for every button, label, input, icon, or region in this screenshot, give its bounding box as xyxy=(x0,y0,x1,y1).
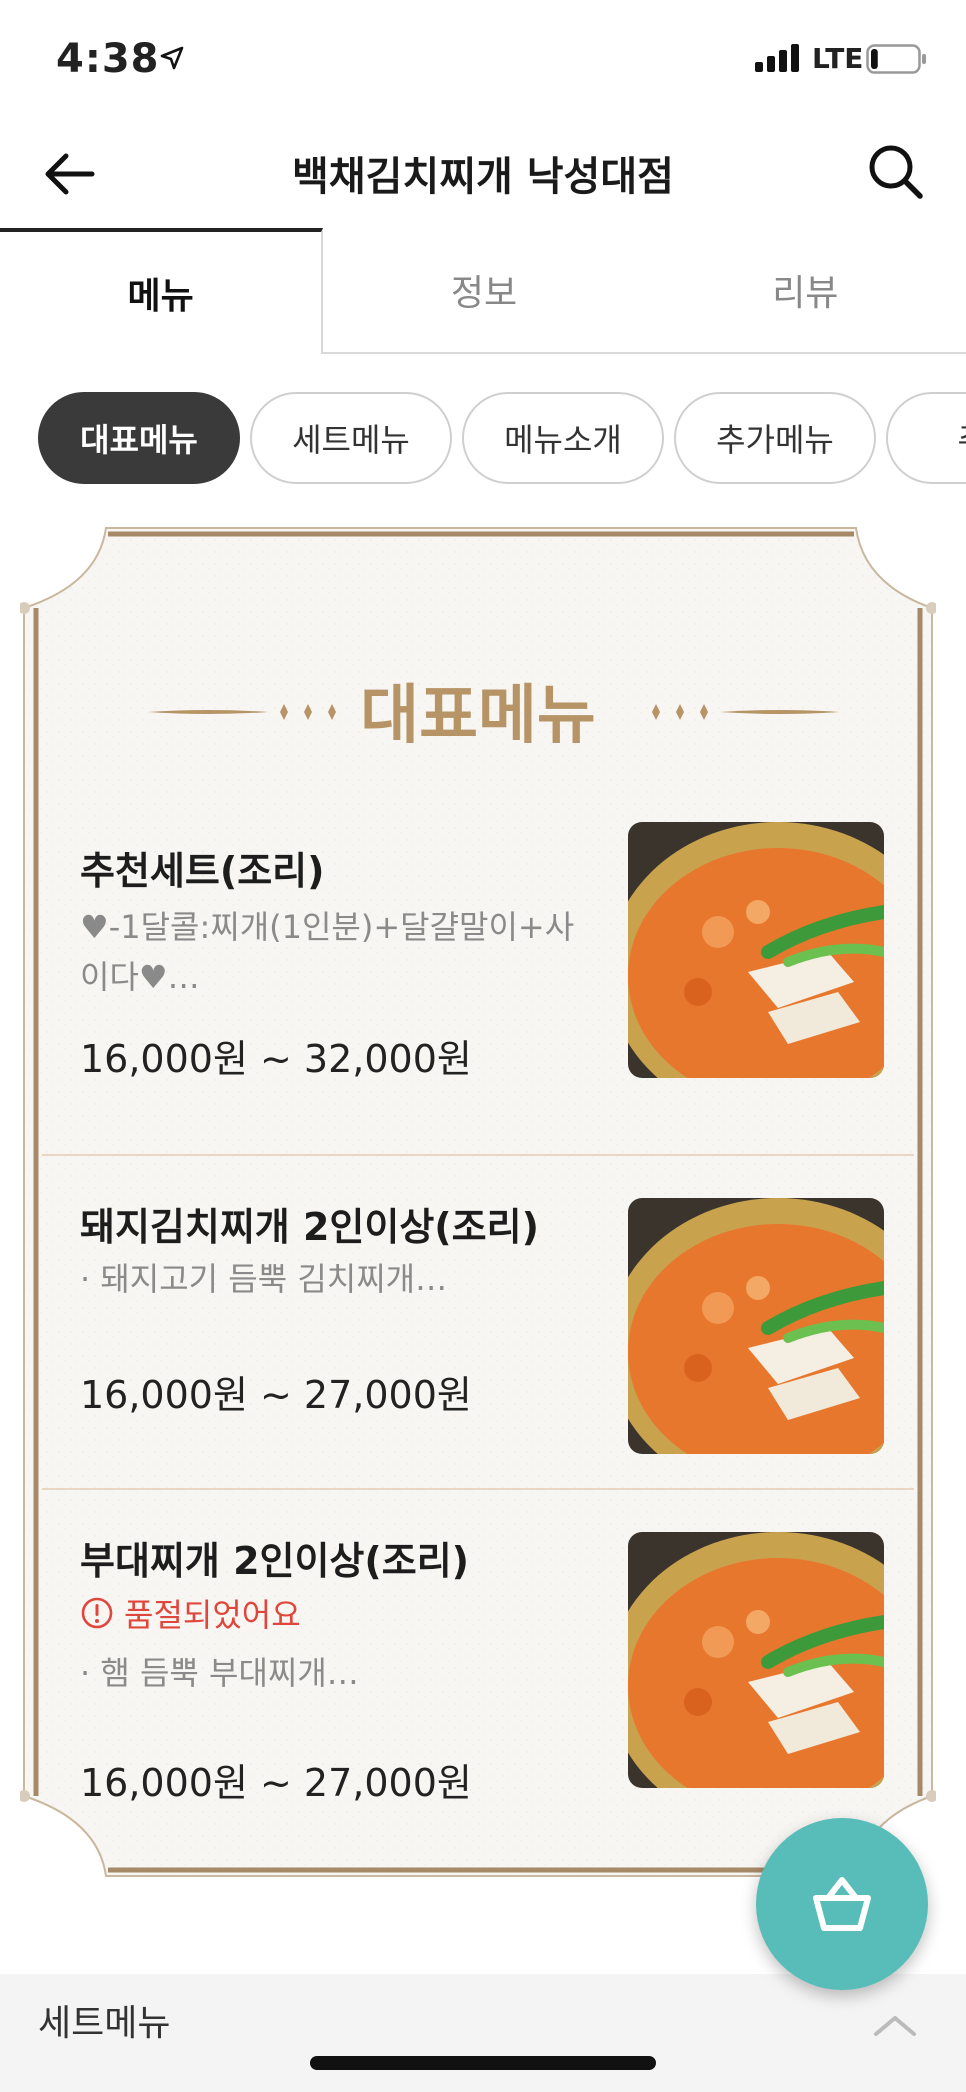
cart-button[interactable] xyxy=(756,1818,928,1990)
chip-drinks[interactable]: 주류 xyxy=(886,392,966,484)
ornament-right-icon xyxy=(652,704,840,720)
menu-card: 대표메뉴 추천세트(조리) ♥-1달콜:찌개(1인분)+달걀말이+사이다♥… 1… xyxy=(20,524,936,1880)
menu-item-name: 돼지김치찌개 2인이상(조리) xyxy=(80,1205,539,1249)
soldout-label: 품절되었어요 xyxy=(124,1596,301,1634)
status-bar: 4:38 LTE xyxy=(0,0,966,120)
menu-item-description: ♥-1달콜:찌개(1인분)+달걀말이+사이다♥… xyxy=(80,908,575,996)
menu-item[interactable]: 돼지김치찌개 2인이상(조리) · 돼지고기 듬뿍 김치찌개… 16,000원 … xyxy=(42,1156,914,1490)
menu-item-price: 16,000원 ~ 32,000원 xyxy=(80,1037,472,1081)
section-title: 대표메뉴 xyxy=(20,664,936,754)
menu-item-description: · 돼지고기 듬뿍 김치찌개… xyxy=(80,1260,448,1298)
page-title: 백채김치찌개 낙성대점 xyxy=(292,154,674,200)
tab-menu[interactable]: 메뉴 xyxy=(0,228,324,354)
menu-item-photo xyxy=(628,822,884,1078)
chip-extra-menu[interactable]: 추가메뉴 xyxy=(674,392,876,484)
home-indicator xyxy=(310,2056,656,2070)
search-icon[interactable] xyxy=(864,140,928,204)
menu-item-name: 부대찌개 2인이상(조리) xyxy=(80,1539,470,1583)
menu-item-price: 16,000원 ~ 27,000원 xyxy=(80,1761,472,1805)
category-chip-bar[interactable]: 대표메뉴세트메뉴메뉴소개추가메뉴주류 xyxy=(0,392,966,488)
app-header: 백채김치찌개 낙성대점 xyxy=(0,120,966,230)
menu-item[interactable]: 추천세트(조리) ♥-1달콜:찌개(1인분)+달걀말이+사이다♥… 16,000… xyxy=(42,822,914,1156)
menu-item[interactable]: 부대찌개 2인이상(조리) 품절되었어요 · 햄 듬뿍 부대찌개… 16,000… xyxy=(42,1490,914,1820)
signal-icon xyxy=(755,44,799,72)
chip-signature-menu[interactable]: 대표메뉴 xyxy=(38,392,240,484)
ornament-left-icon xyxy=(148,704,336,720)
cart-basket-icon xyxy=(813,1877,871,1931)
menu-item-photo xyxy=(628,1532,884,1788)
menu-item-price: 16,000원 ~ 27,000원 xyxy=(80,1373,472,1417)
battery-icon xyxy=(866,44,926,74)
chip-set-menu[interactable]: 세트메뉴 xyxy=(250,392,452,484)
alert-circle-icon xyxy=(81,1597,113,1629)
tab-info[interactable]: 정보 xyxy=(323,228,645,354)
soldout-notice: 품절되었어요 xyxy=(80,1590,301,1636)
chip-menu-intro[interactable]: 메뉴소개 xyxy=(462,392,664,484)
chevron-up-icon[interactable] xyxy=(870,2010,920,2040)
status-time: 4:38 xyxy=(56,36,160,82)
menu-item-photo xyxy=(628,1198,884,1454)
menu-item-name: 추천세트(조리) xyxy=(80,849,325,893)
location-arrow-icon xyxy=(160,46,184,70)
bottom-category-label: 세트메뉴 xyxy=(38,2003,171,2044)
bottom-category-bar[interactable]: 세트메뉴 xyxy=(0,1974,966,2092)
section-title-label: 대표메뉴 xyxy=(360,679,596,753)
menu-item-description: · 햄 듬뿍 부대찌개… xyxy=(80,1654,359,1692)
carrier-label: LTE xyxy=(812,42,864,75)
tab-reviews[interactable]: 리뷰 xyxy=(644,228,966,354)
tab-bar: 메뉴 정보 리뷰 xyxy=(0,228,966,354)
